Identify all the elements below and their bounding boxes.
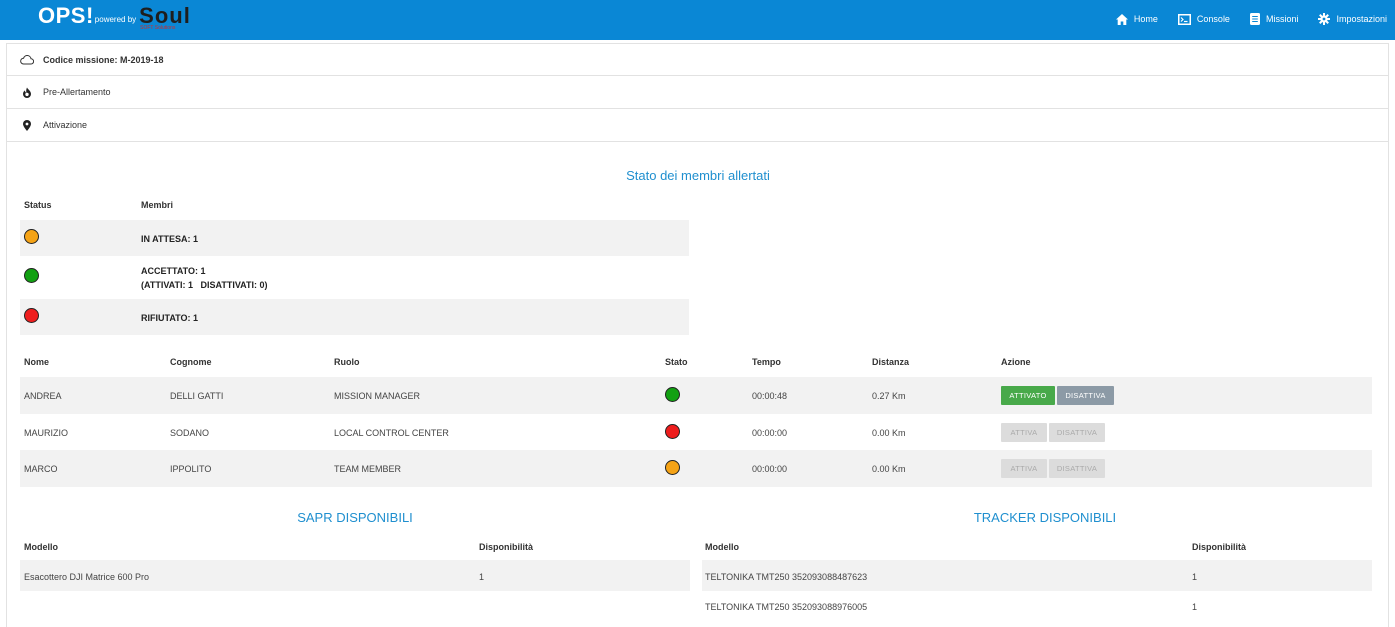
nav-console[interactable]: Console	[1177, 13, 1230, 25]
console-icon	[1177, 13, 1191, 25]
member-nome: ANDREA	[24, 391, 62, 401]
member-tempo: 00:00:00	[752, 464, 788, 474]
section-mission-code[interactable]: Codice missione: M-2019-18	[6, 43, 1389, 76]
member-ruolo: LOCAL CONTROL CENTER	[334, 428, 449, 438]
sapr-modello: Esacottero DJI Matrice 600 Pro	[24, 572, 150, 582]
gear-icon	[1318, 13, 1331, 25]
nav-impostazioni-label: Impostazioni	[1336, 14, 1387, 24]
status-row-waiting	[20, 220, 689, 256]
section-pre-alert[interactable]: Pre-Allertamento	[6, 76, 1389, 109]
col-tempo: Tempo	[752, 357, 781, 367]
member-cognome: SODANO	[170, 428, 210, 438]
col-cognome: Cognome	[170, 357, 212, 367]
member-nome: MAURIZIO	[24, 428, 68, 438]
document-icon	[1249, 13, 1260, 25]
accepted-breakdown: (ATTIVATI: 1 DISATTIVATI: 0)	[141, 280, 268, 290]
brand-logo[interactable]: OPS! powered by Soul SOFT Solutions	[38, 3, 191, 32]
main-nav: Home Console Missioni Impostazioni	[1115, 13, 1387, 25]
nav-home[interactable]: Home	[1115, 13, 1158, 25]
nav-missioni-label: Missioni	[1265, 14, 1299, 24]
member-distanza: 0.00 Km	[872, 464, 906, 474]
tracker-col-modello: Modello	[705, 542, 739, 552]
member-cognome: IPPOLITO	[170, 464, 212, 474]
refused-count: RIFIUTATO: 1	[141, 313, 198, 323]
deactivate-button[interactable]: DISATTIVA	[1057, 386, 1114, 405]
member-distanza: 0.00 Km	[872, 428, 906, 438]
nav-missioni[interactable]: Missioni	[1249, 13, 1299, 25]
activate-button[interactable]: ATTIVA	[1001, 459, 1047, 478]
tracker-disponibilita: 1	[1192, 602, 1198, 612]
deactivate-button[interactable]: DISATTIVA	[1049, 459, 1105, 478]
col-stato: Stato	[665, 357, 688, 367]
col-azione: Azione	[1001, 357, 1031, 367]
tracker-disponibilita: 1	[1192, 572, 1198, 582]
refused-status-dot	[24, 308, 39, 323]
map-marker-icon	[19, 118, 35, 132]
deactivate-button[interactable]: DISATTIVA	[1049, 423, 1105, 442]
pre-alert-label: Pre-Allertamento	[43, 87, 111, 97]
nav-console-label: Console	[1196, 14, 1230, 24]
member-distanza: 0.27 Km	[872, 391, 906, 401]
activation-label: Attivazione	[43, 120, 88, 130]
nav-home-label: Home	[1133, 14, 1158, 24]
status-row-refused	[20, 299, 689, 335]
member-cognome: DELLI GATTI	[170, 391, 224, 401]
col-ruolo: Ruolo	[334, 357, 360, 367]
members-status-title: Stato dei membri allertati	[626, 168, 770, 183]
member-nome: MARCO	[24, 464, 58, 474]
home-icon	[1115, 13, 1128, 25]
brand-soul-logo: Soul SOFT Solutions	[139, 5, 191, 32]
waiting-status-dot	[24, 229, 39, 244]
tracker-col-disponibilita: Disponibilità	[1192, 542, 1246, 552]
tracker-modello: TELTONIKA TMT250 352093088976005	[705, 602, 868, 612]
col-distanza: Distanza	[872, 357, 910, 367]
activated-button[interactable]: ATTIVATO	[1001, 386, 1055, 405]
cloud-icon	[19, 53, 35, 67]
sapr-disponibilita: 1	[479, 572, 485, 582]
tracker-modello: TELTONIKA TMT250 352093088487623	[705, 572, 868, 582]
member-ruolo: MISSION MANAGER	[334, 391, 421, 401]
waiting-count: IN ATTESA: 1	[141, 234, 199, 244]
sapr-col-disponibilita: Disponibilità	[479, 542, 533, 552]
brand-ops: OPS!	[38, 3, 94, 28]
top-navbar: OPS! powered by Soul SOFT Solutions Home…	[0, 0, 1395, 40]
member-ruolo: TEAM MEMBER	[334, 464, 402, 474]
activate-button[interactable]: ATTIVA	[1001, 423, 1047, 442]
section-activation[interactable]: Attivazione	[6, 109, 1389, 142]
col-nome: Nome	[24, 357, 50, 367]
member-status-dot	[665, 460, 680, 475]
tracker-title: TRACKER DISPONIBILI	[973, 510, 1117, 525]
brand-powered-by: powered by	[94, 15, 137, 24]
status-header: Status	[24, 200, 52, 210]
mission-code-label: Codice missione: M-2019-18	[43, 54, 164, 65]
member-tempo: 00:00:00	[752, 428, 788, 438]
member-status-dot	[665, 424, 680, 439]
accepted-count: ACCETTATO: 1	[141, 266, 206, 276]
table-row	[20, 450, 1372, 487]
member-tempo: 00:00:48	[752, 391, 788, 401]
accepted-status-dot	[24, 268, 39, 283]
flame-icon	[19, 85, 35, 99]
sapr-col-modello: Modello	[24, 542, 58, 552]
nav-impostazioni[interactable]: Impostazioni	[1318, 13, 1387, 25]
sapr-title: SAPR DISPONIBILI	[297, 510, 413, 525]
brand-soul-sub: SOFT Solutions	[140, 25, 176, 31]
members-header: Membri	[141, 200, 174, 210]
member-status-dot	[665, 387, 680, 402]
